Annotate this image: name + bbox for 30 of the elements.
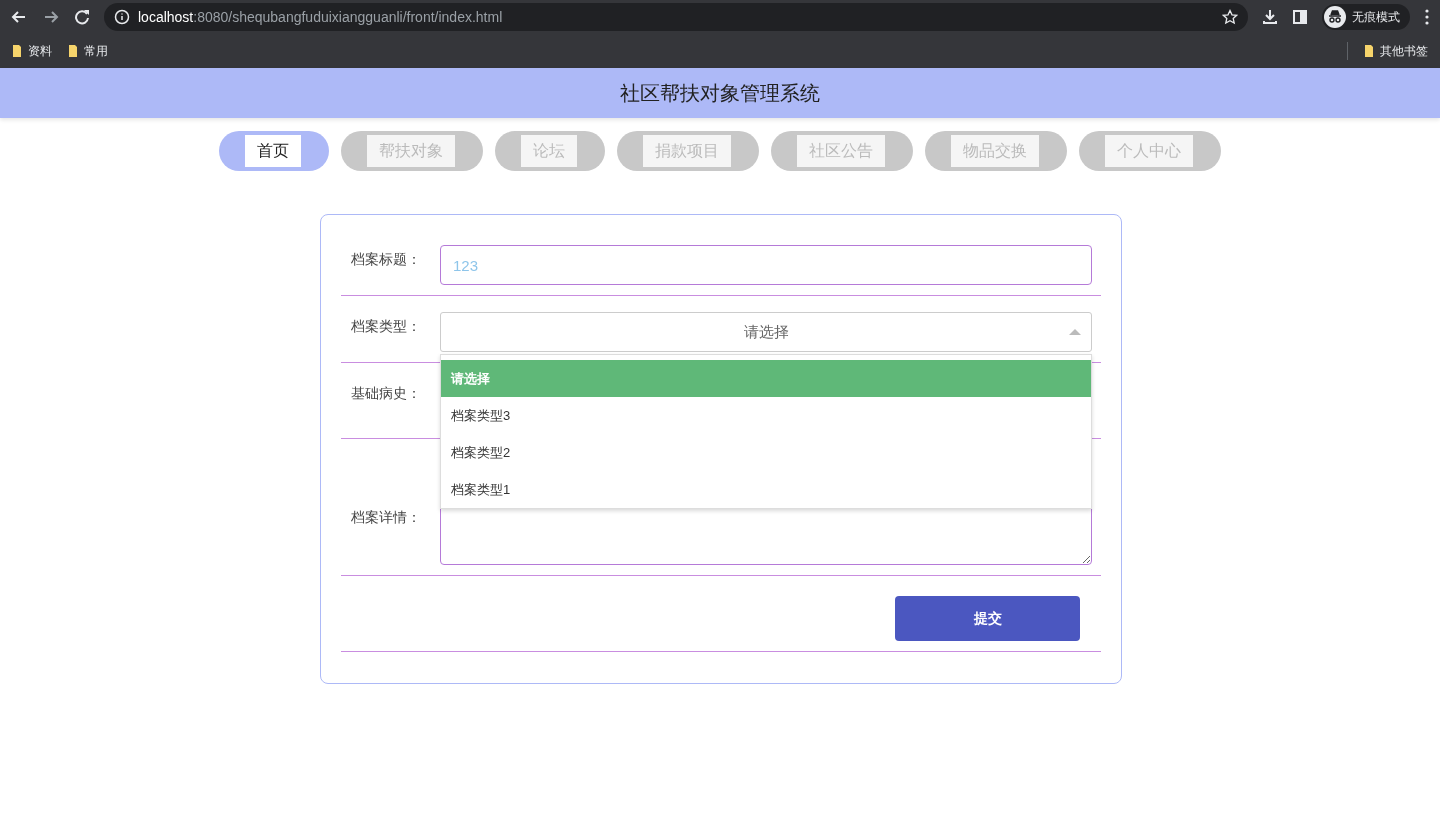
field-label: 基础病史： xyxy=(350,384,422,403)
field-label: 档案详情： xyxy=(350,508,422,527)
dropdown-option[interactable]: 档案类型1 xyxy=(441,471,1091,508)
folder-icon[interactable] xyxy=(12,44,22,58)
dropdown-option[interactable]: 档案类型3 xyxy=(441,397,1091,434)
site-title: 社区帮扶对象管理系统 xyxy=(620,80,820,106)
star-icon[interactable] xyxy=(1222,9,1238,25)
forward-icon[interactable] xyxy=(42,9,60,25)
side-panel-icon[interactable] xyxy=(1292,9,1308,25)
dropdown-option[interactable]: 档案类型2 xyxy=(441,434,1091,471)
nav-tab[interactable]: 首页 xyxy=(219,131,329,171)
field-label: 档案类型： xyxy=(350,317,422,336)
address-bar[interactable]: localhost:8080/shequbangfuduixiangguanli/front/index.html xyxy=(104,3,1248,31)
other-bookmarks[interactable]: 其他书签 xyxy=(1364,42,1428,60)
profile-button[interactable]: 无痕模式 xyxy=(1322,4,1410,30)
folder-icon[interactable] xyxy=(1364,44,1374,58)
bookmark-item[interactable]: 常用 xyxy=(68,42,108,60)
download-icon[interactable] xyxy=(1262,9,1278,25)
caret-icon xyxy=(1069,329,1081,335)
back-icon[interactable] xyxy=(10,9,28,25)
field-label: 档案标题： xyxy=(350,250,422,269)
folder-icon[interactable] xyxy=(68,44,78,58)
url-text: localhost:8080/shequbangfuduixiangguanli/front/index.html xyxy=(138,9,503,25)
submit-button[interactable]: 提交 xyxy=(895,596,1080,641)
info-icon[interactable] xyxy=(114,9,130,25)
reload-icon[interactable] xyxy=(74,9,90,25)
incognito-icon[interactable] xyxy=(1324,6,1346,28)
bookmark-item[interactable]: 资料 xyxy=(12,42,52,60)
menu-icon[interactable] xyxy=(1424,8,1430,26)
select-field[interactable]: 请选择 xyxy=(440,312,1092,352)
